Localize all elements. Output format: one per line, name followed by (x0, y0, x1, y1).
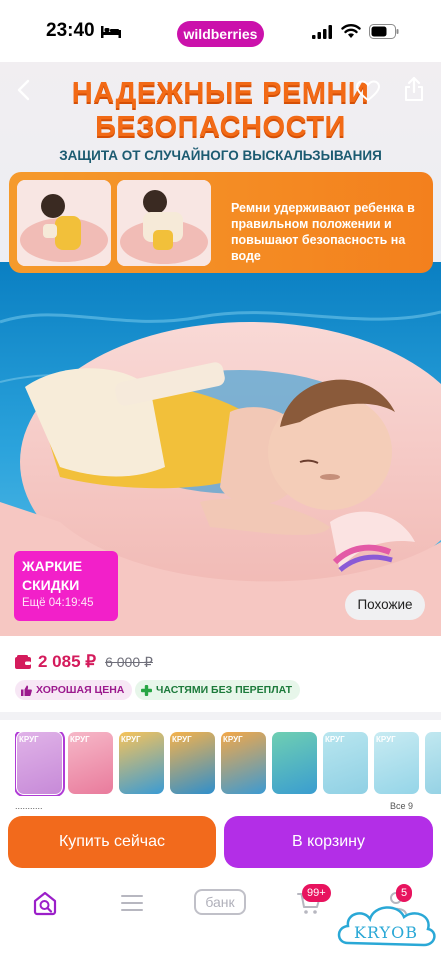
status-bar: 23:40 wildberries (0, 0, 441, 62)
price-row: 2 085 ₽ 6 000 ₽ (15, 651, 153, 673)
tag-installments-label: ЧАСТЯМИ БЕЗ ПЕРЕПЛАТ (156, 684, 293, 696)
promo-info-box: Ремни удерживают ребенка в правильном по… (9, 172, 433, 273)
hero-subtitle: ЗАЩИТА ОТ СЛУЧАЙНОГО ВЫСКАЛЬЗЫВАНИЯ (59, 148, 382, 163)
plus-icon (141, 684, 152, 696)
product-image-gallery[interactable]: НАДЕЖНЫЕ РЕМНИ БЕЗОПАСНОСТИ ЗАЩИТА ОТ СЛ… (0, 62, 441, 636)
promo-text: Ремни удерживают ребенка в правильном по… (231, 201, 415, 263)
price-old: 6 000 ₽ (105, 653, 153, 670)
variant-thumb[interactable]: КРУГ (68, 732, 113, 794)
variant-thumb[interactable]: КРУГ (323, 732, 368, 794)
similar-button[interactable]: Похожие (345, 590, 425, 620)
thumbs-up-icon (21, 685, 32, 696)
variant-label: КРУГ (121, 735, 141, 744)
variant-thumb[interactable]: КРУГ (221, 732, 266, 794)
wallet-icon (15, 655, 31, 669)
variant-label: КРУГ (172, 735, 192, 744)
sale-timer: Ещё 04:19:45 (22, 597, 94, 609)
hero-title-line-2: БЕЗОПАСНОСТИ (95, 111, 346, 143)
variant-thumb[interactable]: КРУГ (374, 732, 419, 794)
variant-label: КРУГ (325, 735, 345, 744)
tag-good-price-label: ХОРОШАЯ ЦЕНА (36, 684, 125, 696)
variant-thumb[interactable] (272, 732, 317, 794)
variant-strip-caption: ........... (15, 801, 43, 811)
menu-icon[interactable] (121, 890, 143, 916)
signal-icon (312, 25, 332, 39)
share-icon[interactable] (403, 76, 425, 102)
variant-label: КРУГ (223, 735, 243, 744)
variant-thumb[interactable]: КРУГ (119, 732, 164, 794)
heart-icon[interactable] (356, 80, 380, 102)
variant-thumb[interactable] (425, 732, 441, 794)
variant-label: КРУГ (376, 735, 396, 744)
variant-label: КРУГ (19, 735, 39, 744)
wifi-icon (341, 24, 361, 38)
variant-thumb[interactable]: КРУГ (170, 732, 215, 794)
battery-icon (369, 24, 399, 39)
sale-badge: ЖАРКИЕ СКИДКИ Ещё 04:19:45 (14, 551, 118, 621)
bank-label: банк (205, 894, 235, 910)
tag-good-price[interactable]: ХОРОШАЯ ЦЕНА (15, 680, 133, 700)
sale-title: ЖАРКИЕ СКИДКИ (22, 558, 83, 593)
variant-thumb[interactable]: КРУГ (15, 732, 65, 796)
price-current: 2 085 ₽ (38, 652, 97, 671)
promo-photo-2 (117, 180, 211, 266)
buy-now-button[interactable]: Купить сейчас (8, 816, 216, 868)
status-time: 23:40 (46, 20, 95, 41)
add-to-cart-button[interactable]: В корзину (224, 816, 433, 868)
section-divider (0, 712, 441, 720)
cart-badge: 99+ (302, 884, 331, 902)
app-pill[interactable]: wildberries (177, 21, 264, 47)
watermark-text: KRYOB (354, 923, 418, 942)
variant-strip[interactable]: КРУГ КРУГ КРУГ КРУГ КРУГ КРУГ КРУГ (15, 732, 441, 796)
bed-icon (101, 26, 121, 38)
home-search-icon[interactable] (32, 890, 58, 916)
back-icon[interactable] (15, 78, 35, 102)
bank-icon[interactable]: банк (194, 889, 246, 915)
variant-label: КРУГ (70, 735, 90, 744)
variant-strip-all[interactable]: Все 9 (390, 801, 413, 811)
watermark-logo: KRYOB (337, 906, 436, 947)
promo-photo-1 (17, 180, 111, 266)
tag-installments[interactable]: ЧАСТЯМИ БЕЗ ПЕРЕПЛАТ (135, 680, 301, 700)
